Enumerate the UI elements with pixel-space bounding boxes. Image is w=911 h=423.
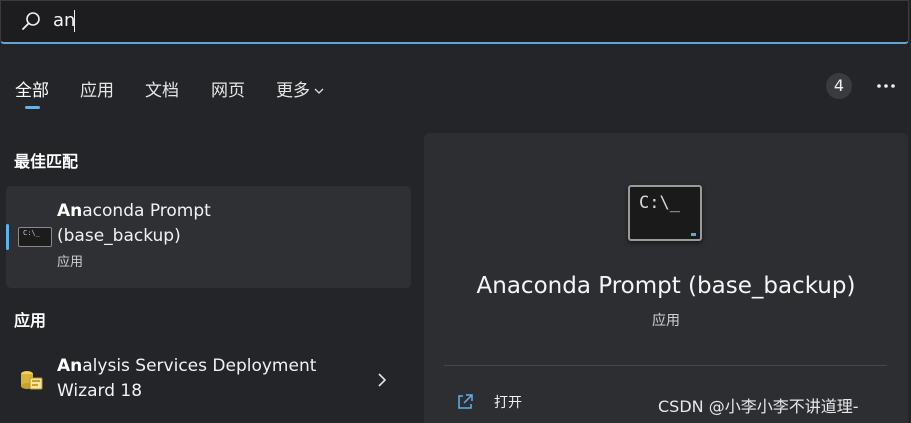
best-match-type: 应用 <box>57 255 84 270</box>
detail-panel: C:\_ Anaconda Prompt (base_backup) 应用 打开 <box>424 133 908 423</box>
best-match-title: Anaconda Prompt (base_backup) <box>57 199 387 249</box>
chevron-right-icon[interactable] <box>376 372 388 388</box>
filter-tabs: 全部 应用 文档 网页 更多 4 <box>0 70 911 110</box>
app-title-line2: Wizard 18 <box>57 381 143 401</box>
tab-more[interactable]: 更多 <box>276 76 324 101</box>
best-match-title-highlight: An <box>57 201 83 221</box>
command-prompt-icon-text: C:\_ <box>639 193 680 213</box>
list-item[interactable]: Analysis Services Deployment Wizard 18 <box>6 344 411 406</box>
app-title: Analysis Services Deployment Wizard 18 <box>57 354 357 404</box>
tab-web[interactable]: 网页 <box>211 76 245 101</box>
command-prompt-icon-text: C:\_ <box>23 229 40 237</box>
command-prompt-icon: C:\_ <box>18 227 52 247</box>
app-title-rest: alysis Services Deployment <box>82 356 317 376</box>
best-match-title-line2: (base_backup) <box>57 226 181 246</box>
detail-title: Anaconda Prompt (base_backup) <box>476 273 856 299</box>
command-prompt-icon: C:\_ <box>628 185 702 241</box>
analysis-services-icon <box>21 371 43 390</box>
icon-accent <box>691 233 696 236</box>
best-match-result[interactable]: C:\_ Anaconda Prompt (base_backup) 应用 <box>6 186 411 288</box>
best-match-title-rest: aconda Prompt <box>82 201 211 221</box>
search-input[interactable]: an <box>53 8 75 34</box>
result-count-badge: 4 <box>826 73 852 99</box>
open-external-icon <box>458 394 473 409</box>
open-action-label: 打开 <box>494 395 522 411</box>
search-icon <box>22 12 40 30</box>
tab-apps[interactable]: 应用 <box>80 76 114 101</box>
section-title-best-match: 最佳匹配 <box>14 152 79 171</box>
more-options-icon[interactable] <box>874 73 898 99</box>
selection-indicator <box>6 224 9 250</box>
detail-type: 应用 <box>652 313 680 329</box>
search-bar[interactable]: an <box>0 0 909 44</box>
text-caret <box>74 10 75 32</box>
active-tab-indicator <box>25 106 40 109</box>
chevron-down-icon <box>314 88 324 94</box>
section-title-apps: 应用 <box>14 311 47 330</box>
tab-more-label: 更多 <box>276 81 310 101</box>
divider <box>444 365 887 366</box>
tab-documents[interactable]: 文档 <box>145 76 179 101</box>
watermark: CSDN @小李小李不讲道理- <box>658 397 859 416</box>
app-title-highlight: An <box>57 356 83 376</box>
tab-all[interactable]: 全部 <box>15 76 49 101</box>
